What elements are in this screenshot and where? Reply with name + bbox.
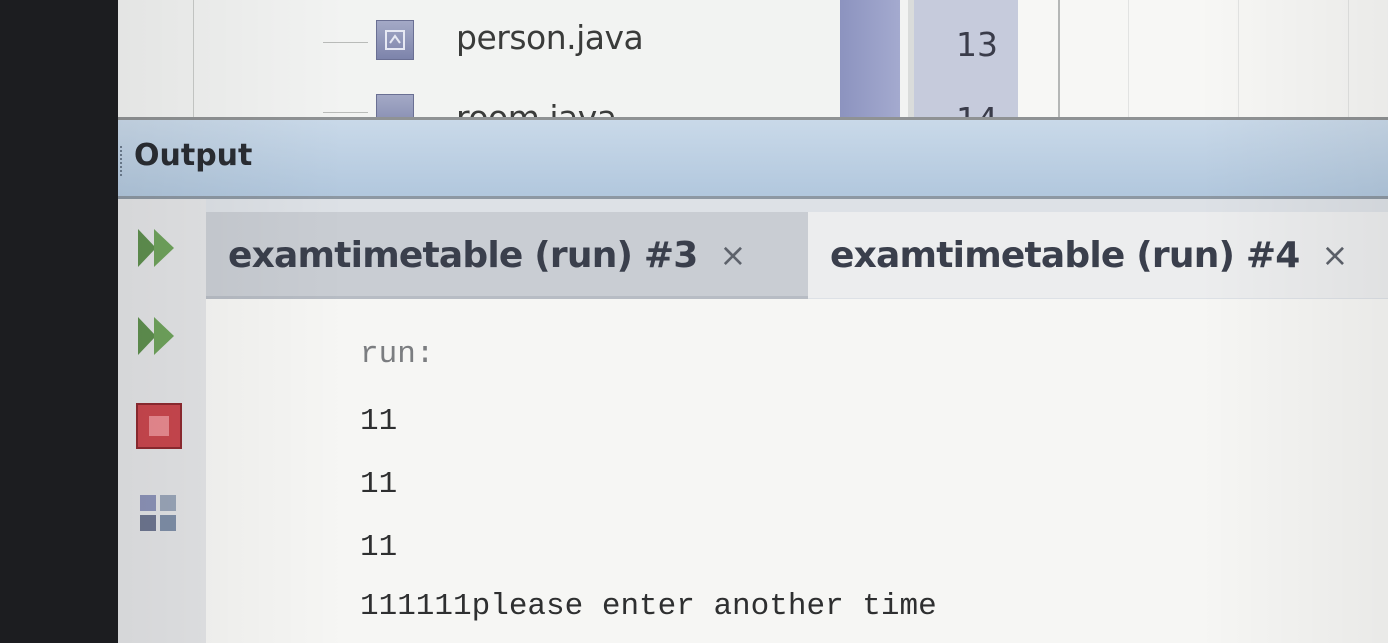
tree-guide-line bbox=[193, 0, 194, 120]
console-output[interactable]: run: 11 11 11 111111please enter another… bbox=[206, 299, 1388, 643]
console-line: 11 bbox=[360, 467, 398, 502]
output-window-title: Output bbox=[134, 138, 253, 173]
ide-window: person.java room.java 13 14 Output bbox=[118, 0, 1388, 643]
rerun-icon[interactable] bbox=[134, 223, 184, 273]
editor-guide bbox=[1348, 0, 1349, 120]
tree-connector bbox=[323, 42, 368, 43]
editor-guide bbox=[1128, 0, 1129, 120]
tab-run-4[interactable]: examtimetable (run) #4 × bbox=[808, 212, 1388, 298]
code-editor[interactable] bbox=[1018, 0, 1388, 120]
tree-scrollbar[interactable] bbox=[840, 0, 900, 120]
tab-run-3[interactable]: examtimetable (run) #3 × bbox=[206, 212, 808, 298]
output-toolbar bbox=[118, 199, 207, 643]
java-file-icon bbox=[376, 20, 414, 60]
project-tree-panel: person.java room.java 13 14 bbox=[118, 0, 1388, 139]
console-settings-icon[interactable] bbox=[134, 489, 184, 539]
tree-item-person-java[interactable]: person.java bbox=[456, 18, 644, 57]
output-window-header[interactable] bbox=[118, 120, 1388, 198]
editor-guide bbox=[1238, 0, 1239, 120]
stop-icon[interactable] bbox=[134, 401, 184, 451]
line-number: 13 bbox=[956, 25, 998, 64]
drag-grip-icon[interactable] bbox=[120, 146, 126, 176]
margin-line bbox=[1058, 0, 1060, 120]
close-icon[interactable]: × bbox=[1322, 236, 1349, 274]
console-line: 111111please enter another time bbox=[360, 589, 937, 624]
close-icon[interactable]: × bbox=[720, 236, 747, 274]
console-line: run: bbox=[360, 337, 435, 372]
tab-label: examtimetable (run) #4 bbox=[830, 234, 1300, 276]
rerun-with-options-icon[interactable] bbox=[134, 311, 184, 361]
tree-connector bbox=[323, 112, 368, 113]
console-line: 11 bbox=[360, 530, 398, 565]
console-line: 11 bbox=[360, 404, 398, 439]
tab-label: examtimetable (run) #3 bbox=[228, 234, 698, 276]
